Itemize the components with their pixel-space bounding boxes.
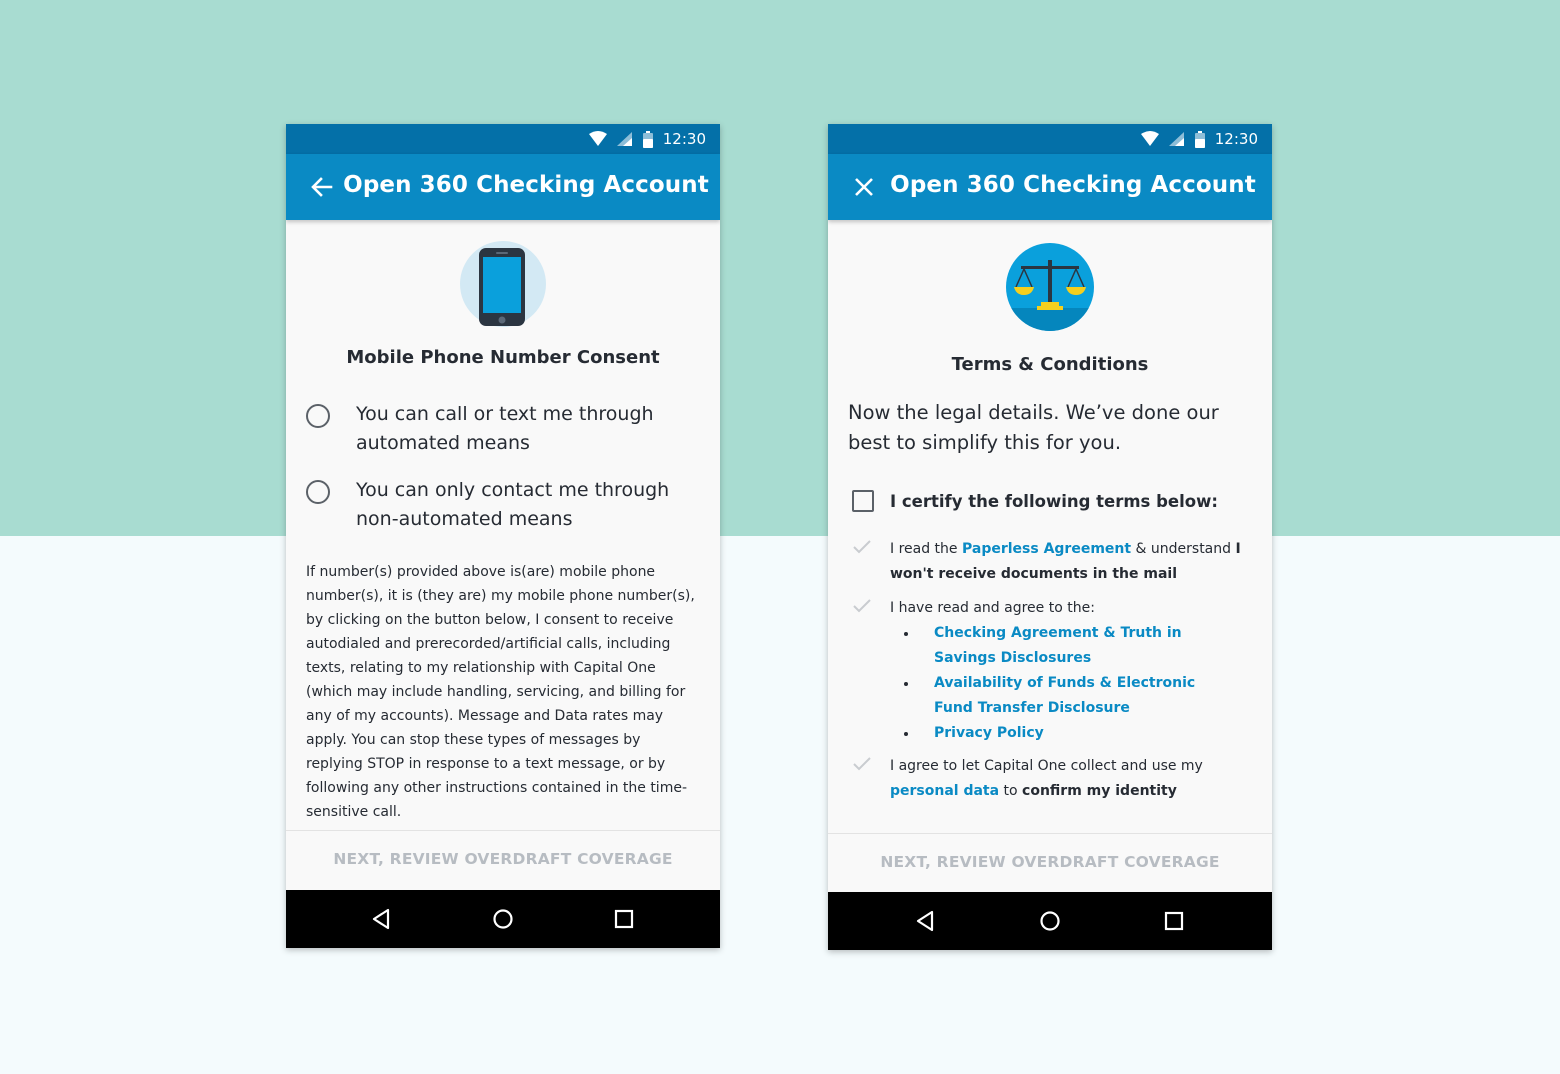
mobile-phone-icon <box>460 241 546 327</box>
nav-recents-icon[interactable] <box>1162 909 1186 933</box>
phone-screen-consent: 12:30 Open 360 Checking Account Mobile P… <box>286 124 720 948</box>
check-icon <box>853 540 871 554</box>
nav-back-icon[interactable] <box>914 909 938 933</box>
radio-button[interactable] <box>306 404 330 428</box>
app-bar: Open 360 Checking Account <box>828 154 1272 220</box>
term-text: to <box>999 783 1023 799</box>
legal-text: If number(s) provided above is(are) mobi… <box>306 564 695 820</box>
certify-label: I certify the following terms below: <box>890 491 1218 511</box>
term-text: I read the <box>890 541 962 557</box>
battery-icon <box>642 130 653 148</box>
intro-text: Now the legal details. We’ve done our be… <box>848 401 1219 454</box>
checking-agreement-link[interactable]: Checking Agreement & Truth in Savings Di… <box>934 621 1224 671</box>
section-title: Mobile Phone Number Consent <box>346 347 660 368</box>
scales-of-justice-icon <box>1006 243 1094 331</box>
nav-recents-icon[interactable] <box>612 907 636 931</box>
privacy-policy-link[interactable]: Privacy Policy <box>934 725 1044 741</box>
phone-screen-terms: 12:30 Open 360 Checking Account Terms & … <box>828 124 1272 950</box>
divider <box>286 830 720 831</box>
section-title: Terms & Conditions <box>951 354 1149 375</box>
next-button[interactable]: NEXT, REVIEW OVERDRAFT COVERAGE <box>828 853 1272 871</box>
hero-illustration <box>286 240 720 332</box>
term-text: I have read and agree to the: <box>890 600 1095 616</box>
term-text: & understand <box>1131 541 1236 557</box>
hero-illustration <box>828 242 1272 336</box>
radio-label: You can only contact me through non-auto… <box>356 479 670 530</box>
status-time: 12:30 <box>662 130 706 148</box>
certify-checkbox[interactable] <box>852 490 874 512</box>
nav-back-icon[interactable] <box>370 907 394 931</box>
certify-checkbox-row[interactable]: I certify the following terms below: <box>852 490 1252 512</box>
wifi-icon <box>588 131 607 146</box>
app-title: Open 360 Checking Account <box>890 172 1256 198</box>
term-personal-data: I agree to let Capital One collect and u… <box>852 754 1252 804</box>
term-strong-text: confirm my identity <box>1022 783 1177 799</box>
agreement-list: Checking Agreement & Truth in Savings Di… <box>890 621 1246 746</box>
term-agreements: I have read and agree to the: Checking A… <box>852 596 1252 746</box>
paperless-agreement-link[interactable]: Paperless Agreement <box>962 541 1131 557</box>
consent-option-automated[interactable]: You can call or text me through automate… <box>306 403 700 458</box>
status-time: 12:30 <box>1214 130 1258 148</box>
list-item: Privacy Policy <box>890 721 1246 746</box>
term-text: I agree to let Capital One collect and u… <box>890 758 1203 774</box>
status-bar: 12:30 <box>286 124 720 154</box>
nav-home-icon[interactable] <box>1038 909 1062 933</box>
divider <box>828 833 1272 834</box>
radio-label: You can call or text me through automate… <box>356 403 654 454</box>
wifi-icon <box>1140 131 1159 146</box>
funds-availability-link[interactable]: Availability of Funds & Electronic Fund … <box>934 671 1224 721</box>
status-bar: 12:30 <box>828 124 1272 154</box>
term-paperless: I read the Paperless Agreement & underst… <box>852 537 1252 587</box>
list-item: Availability of Funds & Electronic Fund … <box>890 671 1246 721</box>
next-button[interactable]: NEXT, REVIEW OVERDRAFT COVERAGE <box>286 850 720 868</box>
radio-button[interactable] <box>306 480 330 504</box>
check-icon <box>853 599 871 613</box>
signal-icon <box>616 132 632 146</box>
app-bar: Open 360 Checking Account <box>286 154 720 220</box>
app-title: Open 360 Checking Account <box>343 172 709 198</box>
check-icon <box>853 757 871 771</box>
system-nav-bar <box>286 890 720 948</box>
system-nav-bar <box>828 892 1272 950</box>
list-item: Checking Agreement & Truth in Savings Di… <box>890 621 1246 671</box>
background-top <box>0 0 1560 536</box>
consent-option-non-automated[interactable]: You can only contact me through non-auto… <box>306 479 700 534</box>
signal-icon <box>1168 132 1184 146</box>
battery-icon <box>1194 130 1205 148</box>
personal-data-link[interactable]: personal data <box>890 783 999 799</box>
nav-home-icon[interactable] <box>491 907 515 931</box>
